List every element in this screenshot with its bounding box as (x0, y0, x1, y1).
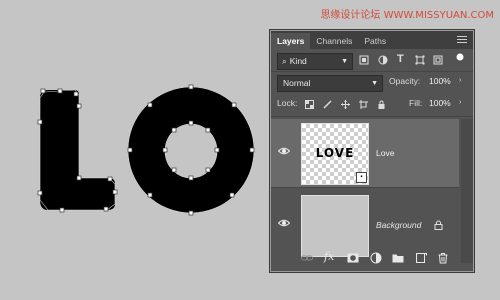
scrollbar[interactable] (461, 119, 473, 263)
panel-footer: fx (271, 245, 473, 271)
filter-adjustment-icon[interactable] (378, 55, 388, 65)
eye-icon[interactable] (278, 219, 290, 227)
filter-shape-icon[interactable] (415, 55, 425, 65)
fx-icon[interactable]: fx (324, 250, 336, 263)
trash-icon[interactable] (437, 252, 449, 264)
layers-list: LOVE ▪ Love Background (271, 119, 473, 263)
layer-name[interactable]: Background (376, 220, 421, 230)
filter-pixel-icon[interactable] (359, 55, 369, 65)
chevron-right-icon[interactable]: › (459, 99, 461, 106)
opacity-value[interactable]: 100% (429, 76, 451, 86)
lock-row: Lock: Fill: 100% › (271, 93, 473, 115)
adjustment-icon[interactable] (370, 252, 382, 264)
link-icon[interactable] (301, 252, 313, 264)
watermark-text: 思缘设计论坛 WWW.MISSYUAN.COM (320, 10, 494, 21)
search-icon: ⌕ (282, 56, 287, 66)
lock-transparent-icon[interactable] (305, 100, 314, 109)
layer-name[interactable]: Love (376, 148, 394, 158)
tab-channels[interactable]: Channels (310, 33, 358, 49)
chevron-down-icon: ▼ (371, 80, 378, 87)
chevron-down-icon: ▼ (341, 58, 348, 65)
blend-row: Normal ▼ Opacity: 100% › (271, 71, 473, 93)
panel-tabs: Layers Channels Paths (271, 31, 473, 49)
filter-type-icon[interactable]: T (397, 53, 407, 65)
smart-object-badge-icon: ▪ (356, 172, 367, 183)
layers-panel: Layers Channels Paths ⌕ Kind ▼ T Normal ▼… (270, 30, 474, 272)
panel-menu-icon[interactable] (457, 36, 467, 44)
lock-icon (434, 220, 443, 230)
lock-all-icon[interactable] (377, 100, 386, 109)
layer-thumbnail[interactable]: LOVE ▪ (301, 123, 369, 185)
lock-image-brush-icon[interactable] (323, 100, 332, 109)
lock-artboard-icon[interactable] (359, 100, 368, 109)
new-layer-icon[interactable] (415, 252, 427, 264)
filter-kind-select[interactable]: ⌕ Kind ▼ (277, 53, 353, 70)
thumbnail-text: LOVE (315, 146, 355, 160)
tab-paths[interactable]: Paths (358, 33, 392, 49)
fill-label: Fill: (409, 98, 423, 108)
blend-mode-select[interactable]: Normal ▼ (277, 75, 383, 92)
opacity-label: Opacity: (389, 76, 421, 86)
tab-layers[interactable]: Layers (271, 33, 311, 49)
filter-smart-object-icon[interactable] (433, 55, 443, 65)
filter-toggle-icon[interactable] (455, 52, 465, 62)
eye-icon[interactable] (278, 147, 290, 155)
filter-row: ⌕ Kind ▼ T (271, 49, 473, 71)
fill-value[interactable]: 100% (429, 98, 451, 108)
layer-row-love[interactable]: LOVE ▪ Love (271, 119, 459, 187)
lock-label: Lock: (277, 98, 298, 108)
folder-icon[interactable] (392, 252, 404, 264)
lock-position-move-icon[interactable] (341, 100, 350, 109)
chevron-right-icon[interactable]: › (459, 77, 461, 84)
mask-icon[interactable] (347, 252, 359, 264)
